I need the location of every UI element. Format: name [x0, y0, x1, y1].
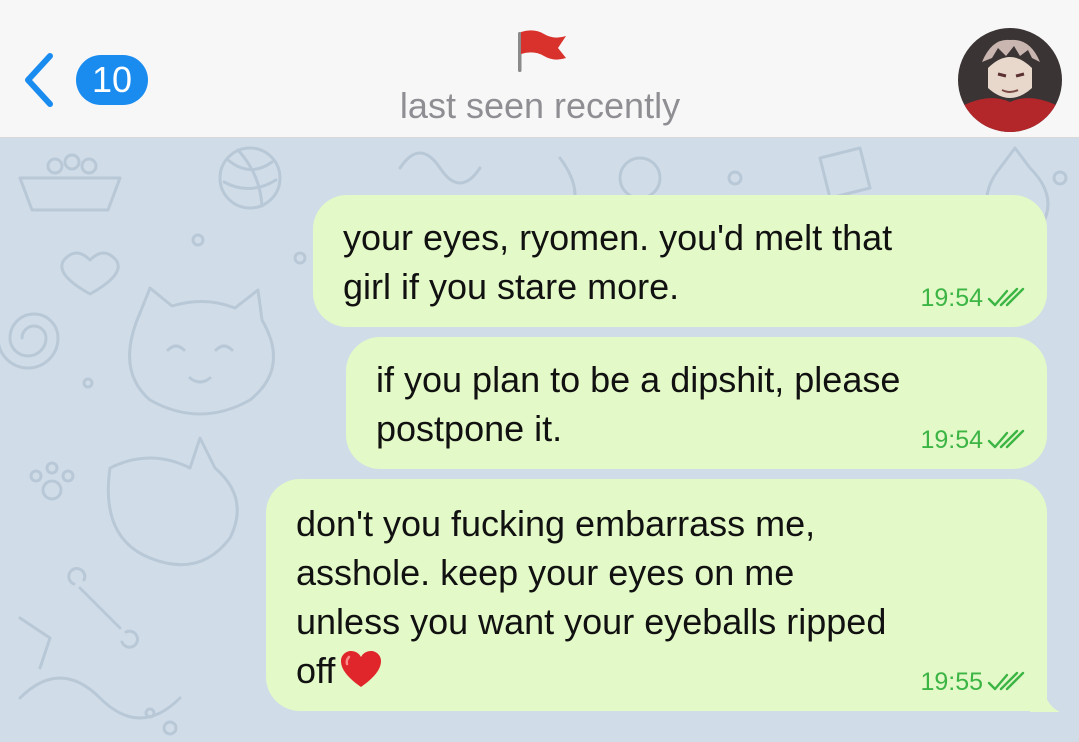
double-check-icon [987, 287, 1025, 307]
message-text: if you plan to be a dipshit, please post… [376, 355, 900, 453]
message-line: off [296, 646, 886, 695]
message-line: unless you want your eyeballs ripped [296, 601, 887, 642]
chat-title-area[interactable]: last seen recently [300, 28, 780, 128]
last-seen-status: last seen recently [399, 85, 681, 126]
double-check-icon [987, 671, 1025, 691]
message-meta: 19:54 [920, 425, 1025, 455]
chat-header: 10 last seen recently [0, 0, 1079, 138]
contact-avatar[interactable] [958, 28, 1062, 132]
message-line: if you plan to be a dipshit, please [376, 359, 901, 400]
chevron-left-icon [25, 53, 53, 107]
message-bubble[interactable]: don't you fucking embarrass me, asshole.… [266, 479, 1047, 711]
red-flag-icon [518, 30, 566, 72]
message-line-text: off [296, 650, 336, 691]
back-button[interactable]: 10 [20, 50, 160, 110]
double-check-icon [987, 429, 1025, 449]
message-meta: 19:55 [920, 667, 1025, 697]
message-text: don't you fucking embarrass me, asshole.… [296, 499, 886, 695]
message-line: asshole. keep your eyes on me [296, 552, 795, 593]
message-text: your eyes, ryomen. you'd melt that girl … [343, 213, 892, 311]
message-line: don't you fucking embarrass me, [296, 503, 816, 544]
message-bubble[interactable]: if you plan to be a dipshit, please post… [346, 337, 1047, 469]
message-bubble[interactable]: your eyes, ryomen. you'd melt that girl … [313, 195, 1047, 327]
message-line: postpone it. [376, 408, 563, 449]
heart-emoji-icon [341, 651, 382, 687]
message-line: your eyes, ryomen. you'd melt that [343, 217, 893, 258]
unread-count-badge: 10 [76, 55, 148, 105]
message-time: 19:54 [920, 284, 983, 312]
message-line: girl if you stare more. [343, 266, 680, 307]
message-time: 19:55 [920, 668, 983, 696]
message-meta: 19:54 [920, 283, 1025, 313]
message-time: 19:54 [920, 426, 983, 454]
avatar-image [958, 28, 1062, 132]
